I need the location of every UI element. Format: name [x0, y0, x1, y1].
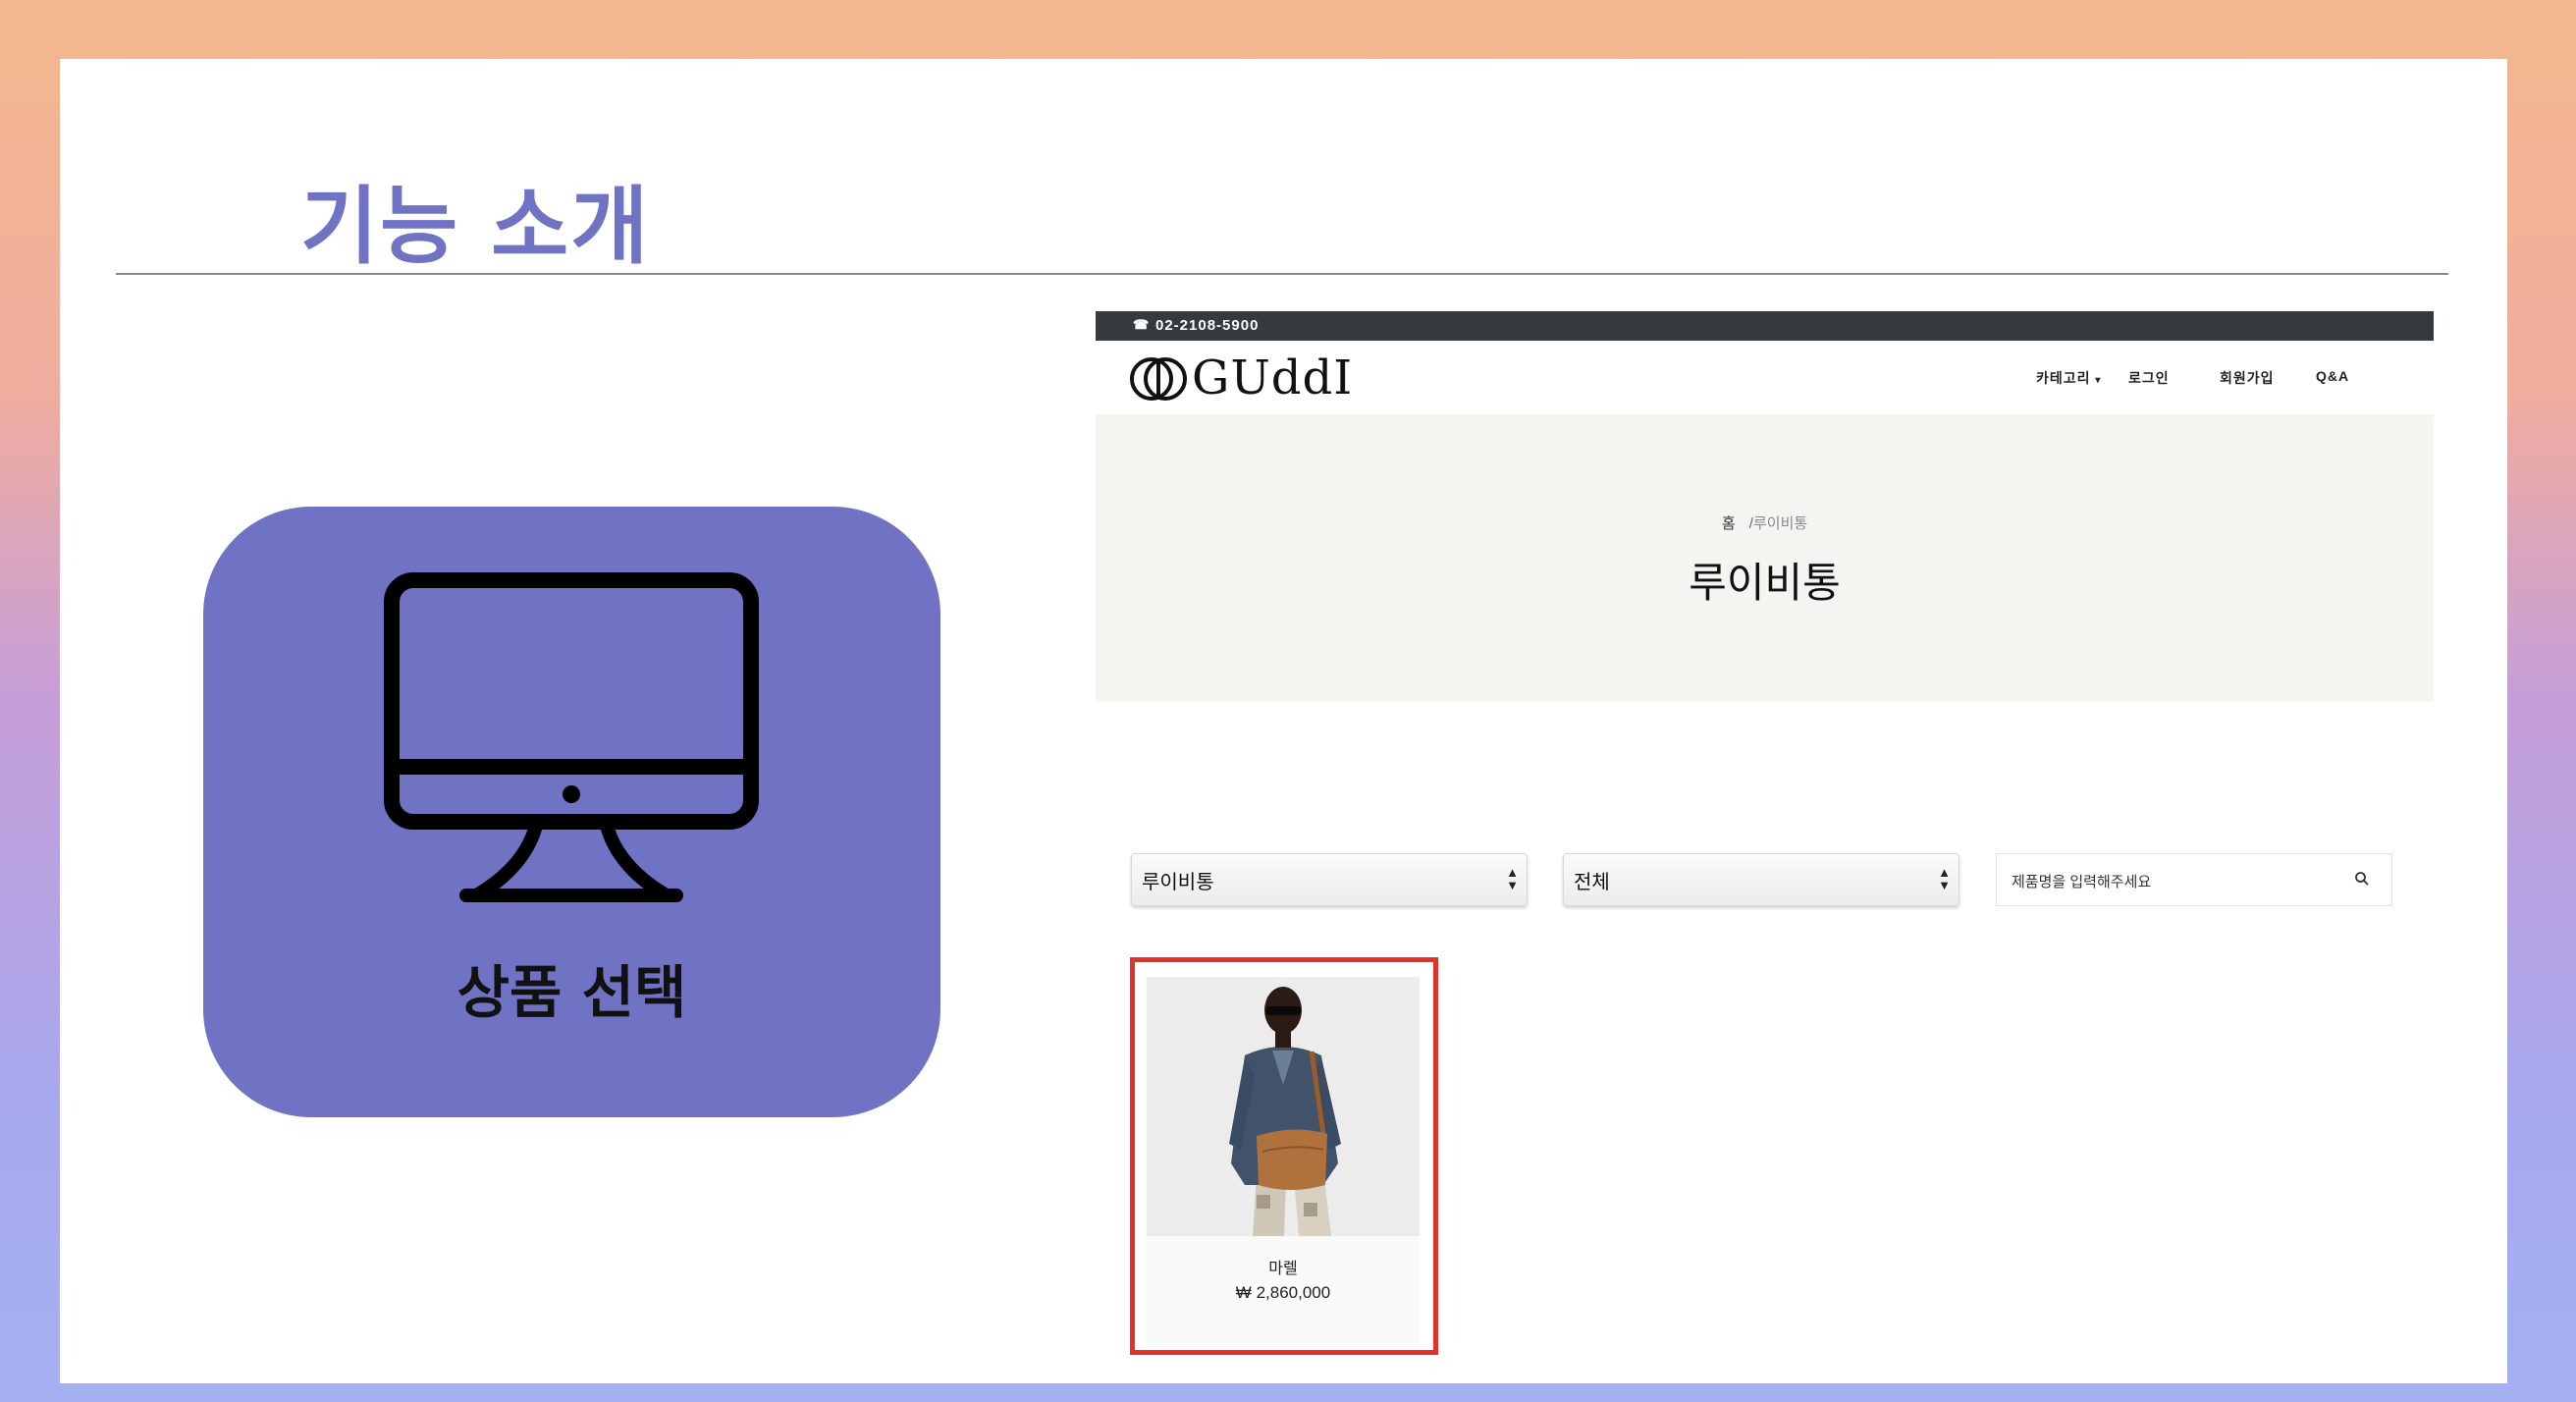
feature-label: 상품 선택: [456, 959, 687, 1026]
nav-login[interactable]: 로그인: [2128, 368, 2170, 388]
breadcrumb: 홈 /루이비통: [1096, 512, 2434, 533]
nav-signup[interactable]: 회원가입: [2220, 368, 2275, 388]
caret-down-icon: ▾: [2095, 375, 2102, 386]
select-arrows-icon: ▲ ▼: [1938, 865, 1951, 892]
slide-title: 기능 소개: [300, 178, 651, 276]
search-input[interactable]: 제품명을 입력해주세요: [1996, 853, 2392, 906]
top-bar: ☎ 02-2108-5900: [1096, 311, 2434, 341]
website-screenshot: ☎ 02-2108-5900 GUddI 카테고리 ▾ 로그인 회원가입 Q&A…: [1096, 311, 2434, 1355]
page-header: 홈 /루이비통 루이비통: [1096, 414, 2434, 702]
product-card[interactable]: 마렐 ₩ 2,860,000: [1147, 977, 1420, 1343]
breadcrumb-current: 루이비통: [1752, 515, 1808, 532]
category-select[interactable]: 전체 ▲ ▼: [1563, 853, 1959, 906]
logo-mark-icon: [1130, 357, 1187, 401]
slide: 기능 소개 상품 선택 ☎ 02-2108-5900 GUddI 카테고리 ▾: [60, 59, 2507, 1383]
monitor-icon: [384, 572, 759, 902]
search-icon[interactable]: [2354, 871, 2370, 887]
page-title: 루이비통: [1689, 560, 1841, 606]
phone-icon: ☎: [1133, 317, 1151, 332]
logo-text: GUddI: [1192, 350, 1354, 405]
nav-category[interactable]: 카테고리 ▾: [2036, 368, 2101, 388]
brand-select[interactable]: 루이비통 ▲ ▼: [1131, 853, 1528, 906]
product-price: ₩ 2,860,000: [1235, 1283, 1331, 1302]
model-photo: [1147, 977, 1420, 1236]
phone-number: 02-2108-5900: [1155, 317, 1260, 334]
category-select-value: 전체: [1574, 872, 1610, 893]
feature-card: 상품 선택: [203, 507, 940, 1117]
title-divider: [116, 273, 2448, 275]
breadcrumb-home[interactable]: 홈: [1722, 515, 1736, 532]
search-placeholder: 제품명을 입력해주세요: [2012, 874, 2152, 890]
product-image[interactable]: [1147, 977, 1420, 1236]
select-arrows-icon: ▲ ▼: [1506, 865, 1519, 892]
nav-qna[interactable]: Q&A: [2316, 368, 2349, 384]
product-name[interactable]: 마렐: [1147, 1255, 1420, 1278]
brand-select-value: 루이비통: [1142, 872, 1214, 893]
nav-category-label: 카테고리: [2036, 370, 2091, 386]
